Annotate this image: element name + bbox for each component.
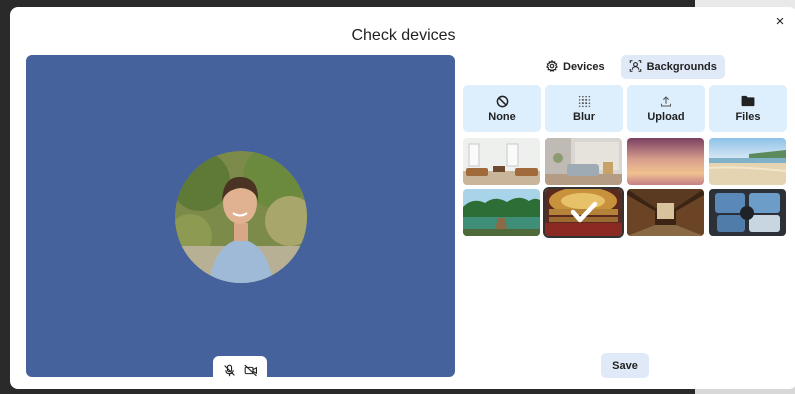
close-button[interactable]: × [771, 12, 789, 30]
avatar [175, 151, 307, 283]
option-files-label: Files [735, 111, 761, 123]
background-thumb-sunset-sky[interactable] [627, 138, 704, 185]
video-preview [26, 55, 455, 384]
tab-devices[interactable]: Devices [538, 55, 613, 79]
portrait-icon [629, 59, 642, 75]
upload-icon [660, 94, 672, 108]
check-devices-dialog: Check devices × Devices Backgrounds None… [10, 7, 795, 389]
option-none[interactable]: None [463, 85, 541, 132]
option-upload-label: Upload [647, 111, 685, 123]
camera-off-icon[interactable] [242, 361, 260, 379]
tab-bar: Devices Backgrounds [538, 55, 725, 79]
folder-icon [741, 94, 755, 108]
background-thumb-theater[interactable] [543, 187, 624, 238]
background-thumb-beach[interactable] [709, 138, 786, 185]
save-button[interactable]: Save [601, 353, 649, 378]
tab-devices-label: Devices [563, 61, 605, 73]
media-controls [213, 356, 267, 384]
dialog-title: Check devices [351, 27, 456, 44]
no-entry-icon [496, 94, 509, 108]
option-upload[interactable]: Upload [627, 85, 705, 132]
gear-icon [546, 59, 558, 75]
tab-backgrounds-label: Backgrounds [646, 61, 717, 73]
option-blur-label: Blur [573, 111, 595, 123]
tab-backgrounds[interactable]: Backgrounds [620, 55, 725, 79]
background-thumb-lake[interactable] [463, 189, 540, 236]
option-blur[interactable]: Blur [545, 85, 623, 132]
background-thumb-library[interactable] [627, 189, 704, 236]
mic-muted-icon[interactable] [221, 361, 239, 379]
option-files[interactable]: Files [709, 85, 787, 132]
option-none-label: None [488, 111, 516, 123]
blur-icon [578, 94, 591, 108]
background-thumb-lounge[interactable] [545, 138, 622, 185]
background-thumb-space-station[interactable] [709, 189, 786, 236]
background-thumb-living-room[interactable] [463, 138, 540, 185]
